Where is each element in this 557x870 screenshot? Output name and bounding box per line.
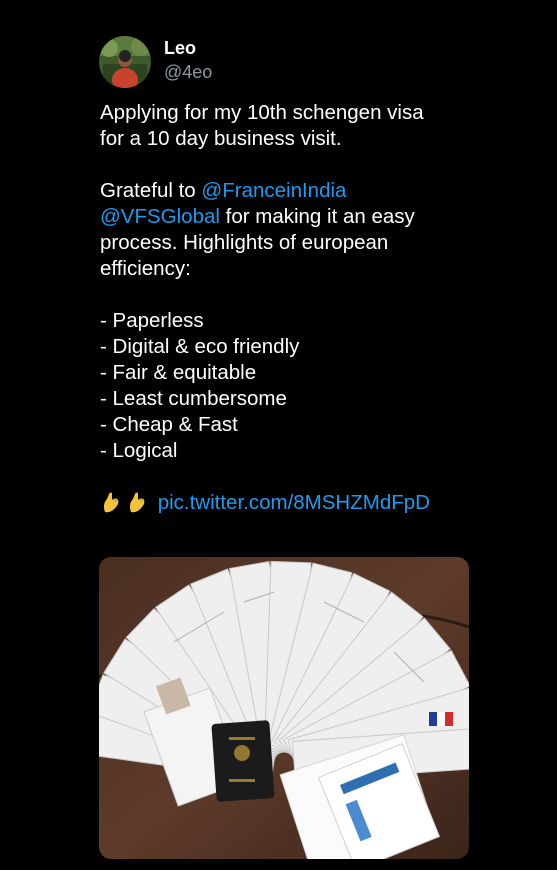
tweet-photo[interactable]: VFS — [99, 557, 469, 859]
highlight-item: - Fair & equitable — [100, 361, 257, 384]
text-line: Grateful to @FranceinIndia — [100, 178, 520, 204]
highlight-item: - Digital & eco friendly — [100, 335, 300, 358]
highlight-item: - Logical — [100, 439, 178, 462]
mention-franceinindia-link[interactable]: @FranceinIndia — [201, 179, 346, 202]
tweet-text: Applying for my 10th schengen visa for a… — [100, 100, 520, 521]
text-line: Applying for my 10th schengen visa — [100, 101, 424, 124]
highlight-item: - Cheap & Fast — [100, 413, 238, 436]
highlight-item: - Paperless — [100, 309, 204, 332]
grateful-prefix: Grateful to — [100, 179, 202, 202]
text-line: process. Highlights of european — [100, 231, 389, 254]
pinching-hand-emoji-icon — [126, 490, 150, 521]
text-line: pic.twitter.com/8MSHZMdFpD — [100, 490, 520, 521]
text-line: efficiency: — [100, 257, 191, 280]
pinching-hand-emoji-icon — [100, 490, 124, 521]
highlight-item: - Least cumbersome — [100, 387, 287, 410]
text-line: for a 10 day business visit. — [100, 127, 342, 150]
author-name[interactable]: Leo — [164, 38, 196, 59]
mention-vfsglobal-link[interactable]: @VFSGlobal — [100, 205, 220, 228]
avatar[interactable] — [99, 36, 151, 88]
grateful-suffix: for making it an easy — [219, 205, 415, 228]
text-line: @VFSGlobal for making it an easy — [100, 204, 520, 230]
tweet-card: Leo @4eo Applying for my 10th schengen v… — [0, 0, 557, 870]
pic-twitter-link[interactable]: pic.twitter.com/8MSHZMdFpD — [158, 491, 430, 514]
author-handle[interactable]: @4eo — [164, 62, 212, 83]
